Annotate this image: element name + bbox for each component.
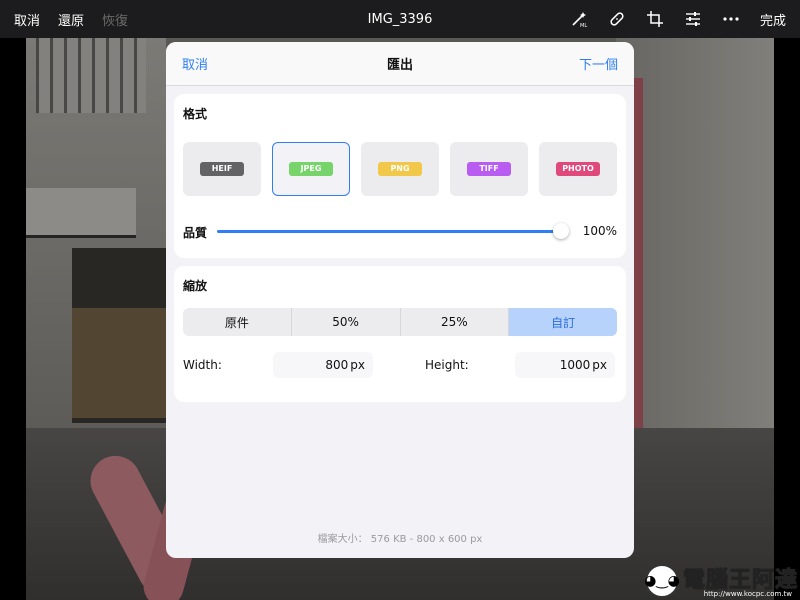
width-value: 800 bbox=[325, 358, 349, 372]
sliders-icon[interactable] bbox=[684, 10, 702, 28]
next-button[interactable]: 下一個 bbox=[579, 54, 618, 73]
width-label: Width: bbox=[183, 358, 222, 372]
format-badge: TIFF bbox=[467, 162, 511, 176]
format-option-photo[interactable]: PHOTO bbox=[539, 142, 617, 196]
dialog-cancel-button[interactable]: 取消 bbox=[182, 54, 208, 73]
scale-option[interactable]: 原件 bbox=[183, 308, 292, 336]
width-unit: px bbox=[350, 358, 365, 372]
quality-slider-thumb[interactable] bbox=[553, 223, 569, 239]
format-option-tiff[interactable]: TIFF bbox=[450, 142, 528, 196]
watermark-url: http://www.kocpc.com.tw bbox=[703, 590, 792, 598]
dialog-header: 取消 匯出 下一個 bbox=[166, 42, 634, 86]
top-toolbar: 取消 還原 恢復 IMG_3396 ML 完成 bbox=[0, 0, 800, 38]
mascot-icon: ◕‿◕ bbox=[644, 564, 680, 598]
scale-option[interactable]: 25% bbox=[401, 308, 510, 336]
done-button[interactable]: 完成 bbox=[760, 10, 786, 29]
format-options: HEIF JPEG PNG TIFF PHOTO bbox=[183, 142, 617, 196]
svg-text:ML: ML bbox=[580, 23, 587, 28]
bandage-icon[interactable] bbox=[608, 10, 626, 28]
width-input[interactable]: 800 px bbox=[273, 352, 373, 378]
height-row: Height: 1000 px bbox=[425, 352, 615, 378]
magic-ml-icon[interactable]: ML bbox=[570, 10, 588, 28]
format-option-png[interactable]: PNG bbox=[361, 142, 439, 196]
quality-label: 品質 bbox=[183, 226, 208, 240]
format-card: 格式 HEIF JPEG PNG TIFF PHOTO 品質 100% bbox=[174, 94, 626, 258]
format-option-heif[interactable]: HEIF bbox=[183, 142, 261, 196]
quality-value: 100% bbox=[582, 224, 617, 238]
redo-button[interactable]: 恢復 bbox=[102, 10, 128, 29]
format-badge: JPEG bbox=[289, 162, 333, 176]
height-label: Height: bbox=[425, 358, 469, 372]
export-dialog: 取消 匯出 下一個 格式 HEIF JPEG PNG TIFF PHOTO 品質 100… bbox=[166, 42, 634, 558]
dialog-title: 匯出 bbox=[386, 58, 413, 73]
more-icon[interactable] bbox=[722, 10, 740, 28]
format-badge: PNG bbox=[378, 162, 422, 176]
quality-slider[interactable] bbox=[217, 223, 569, 239]
crop-icon[interactable] bbox=[646, 10, 664, 28]
format-badge: PHOTO bbox=[556, 162, 600, 176]
height-value: 1000 bbox=[559, 358, 591, 372]
scale-segmented-control: 原件 50% 25% 自訂 bbox=[183, 308, 617, 336]
watermark-logo: ◕‿◕ 電腦王阿達 http://www.kocpc.com.tw bbox=[644, 564, 798, 598]
top-cancel-button[interactable]: 取消 bbox=[14, 10, 40, 29]
width-row: Width: 800 px bbox=[183, 352, 373, 378]
height-unit: px bbox=[592, 358, 607, 372]
undo-button[interactable]: 還原 bbox=[58, 10, 84, 29]
scale-heading: 縮放 bbox=[183, 279, 208, 293]
file-size-info: 檔案大小： 576 KB - 800 x 600 px bbox=[317, 534, 483, 545]
scale-card: 縮放 原件 50% 25% 自訂 Width: 800 px Height: 1000… bbox=[174, 266, 626, 402]
format-heading: 格式 bbox=[183, 107, 208, 121]
height-input[interactable]: 1000 px bbox=[515, 352, 615, 378]
scale-option[interactable]: 自訂 bbox=[509, 308, 617, 336]
scale-option[interactable]: 50% bbox=[292, 308, 401, 336]
watermark-text: 電腦王阿達 bbox=[682, 568, 798, 593]
format-option-jpeg[interactable]: JPEG bbox=[272, 142, 350, 196]
format-badge: HEIF bbox=[200, 162, 244, 176]
quality-slider-fill bbox=[217, 230, 561, 233]
